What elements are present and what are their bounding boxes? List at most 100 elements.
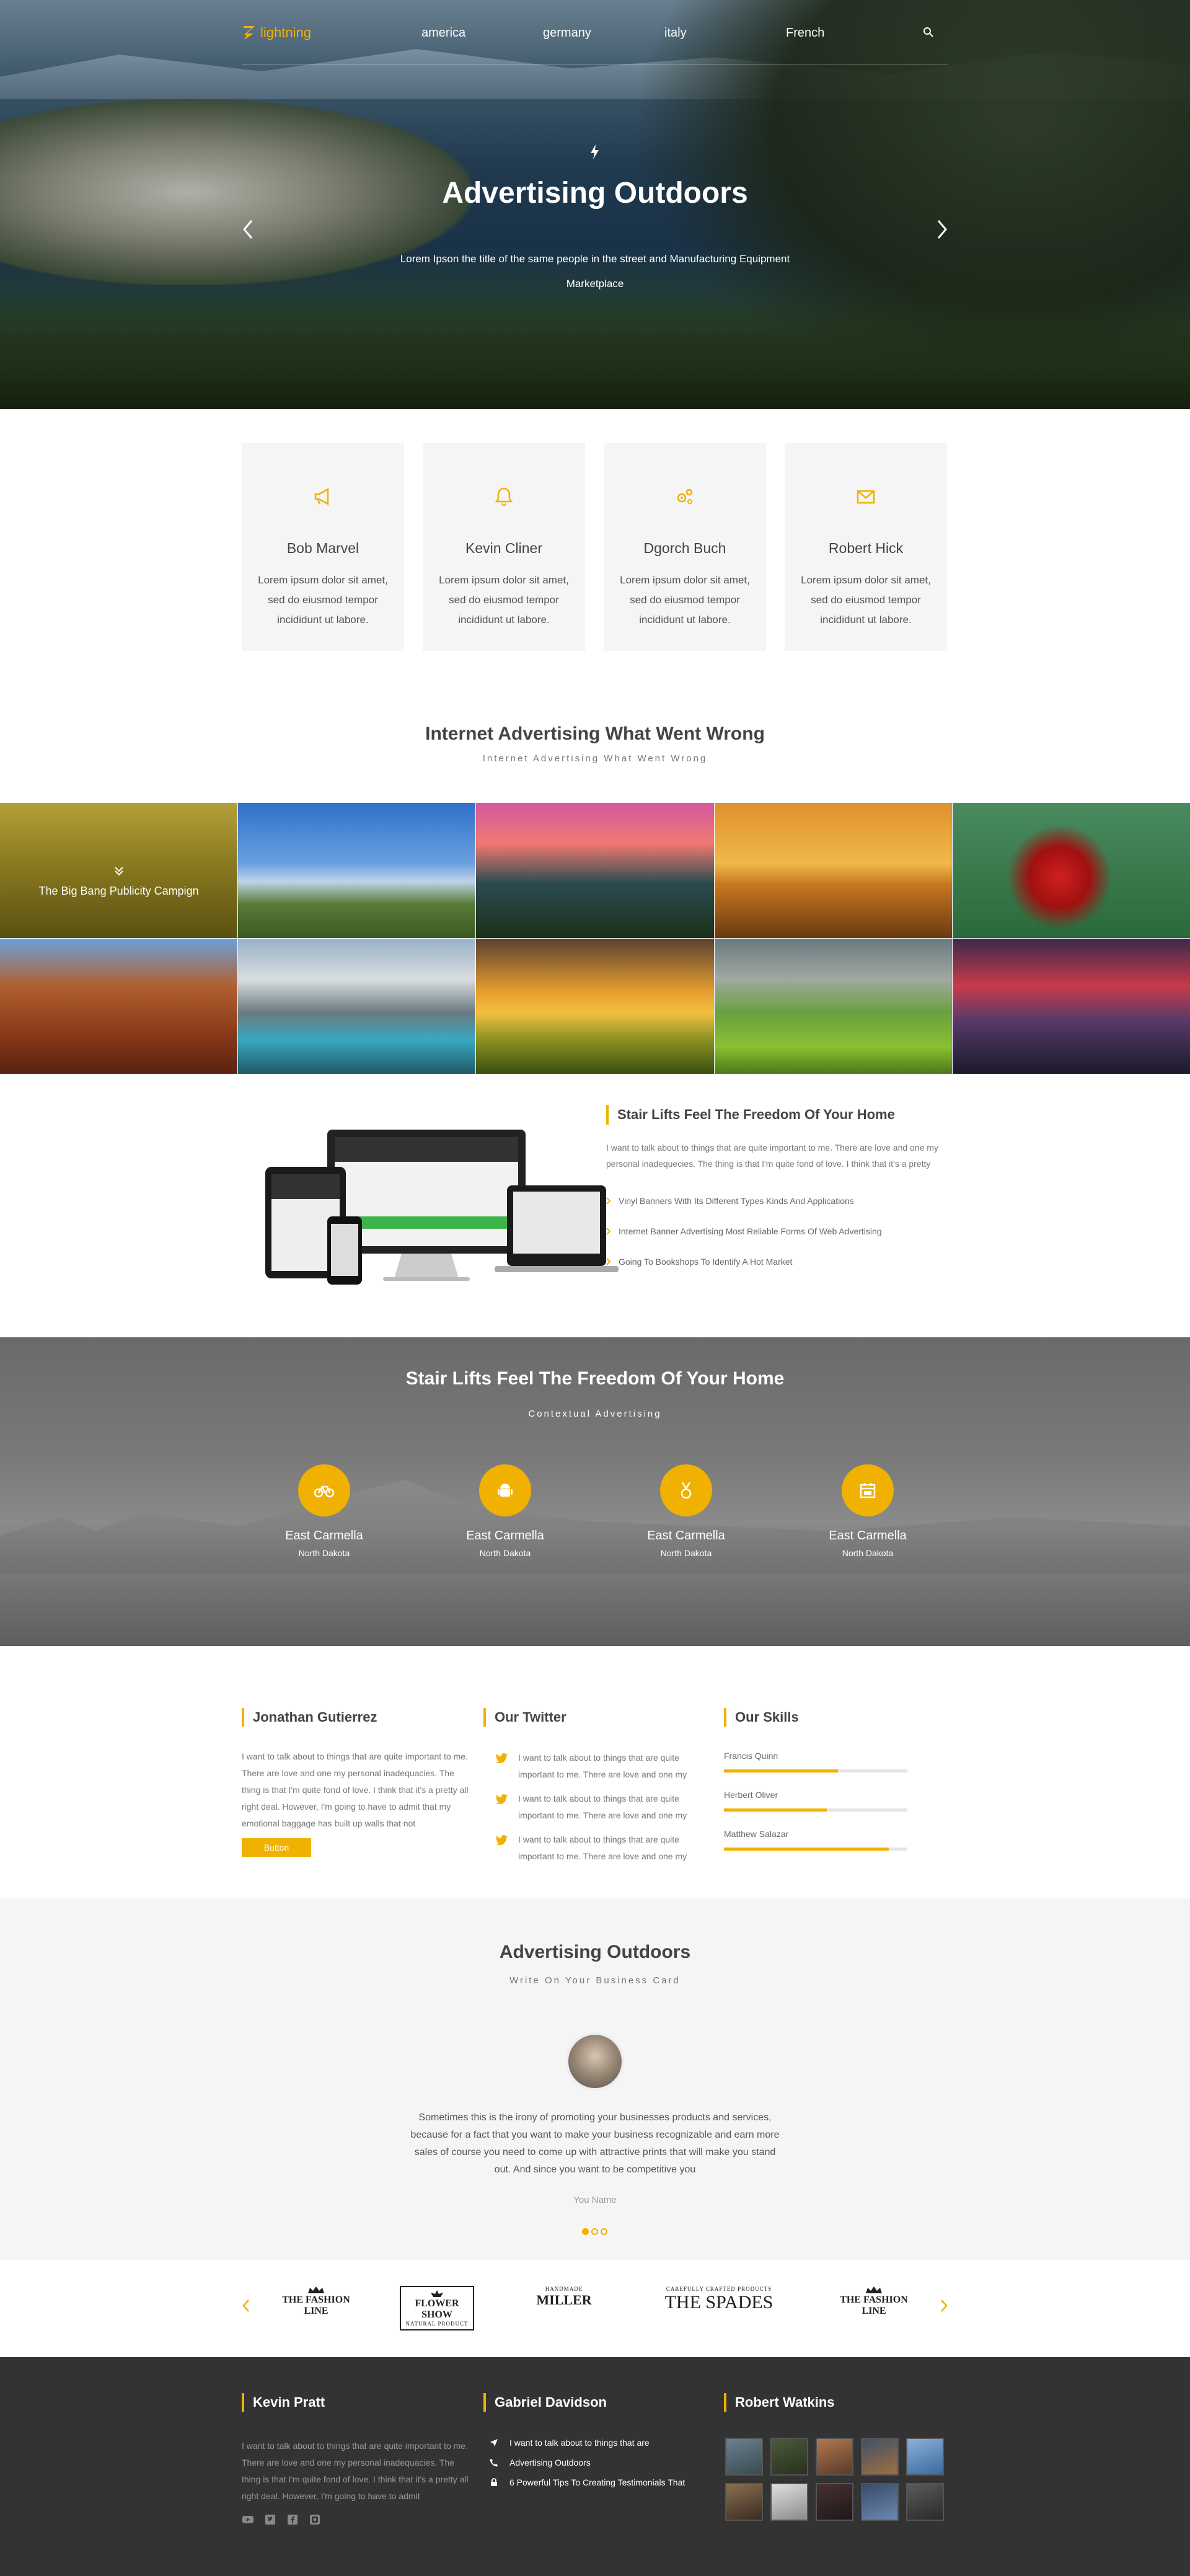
twitter-icon[interactable] — [264, 2513, 276, 2526]
twitter-icon[interactable] — [496, 1753, 508, 1764]
brand-logo[interactable]: THE FASHION LINE — [279, 2286, 353, 2317]
footer-thumbnail[interactable] — [861, 2438, 899, 2476]
nav-link-italy[interactable]: italy — [664, 26, 786, 40]
nav-link-french[interactable]: French — [786, 26, 907, 40]
twitter-title: Our Twitter — [483, 1708, 566, 1727]
feature-text: Lorem ipsum dolor sit amet, sed do eiusm… — [620, 574, 750, 626]
hero-banner: lightning america germany italy French A… — [0, 0, 1190, 409]
list-item[interactable]: Vinyl Banners With Its Different Types K… — [606, 1185, 882, 1216]
slider-next-arrow-icon[interactable] — [935, 217, 950, 242]
chevron-right-icon — [606, 1257, 611, 1265]
about-text: I want to talk about to things that are … — [606, 1143, 938, 1169]
devices-illustration — [265, 1130, 619, 1285]
footer-thumbnail[interactable] — [770, 2483, 808, 2521]
bell-icon — [495, 487, 513, 507]
gallery-image[interactable] — [476, 803, 714, 938]
skill-name: Matthew Salazar — [724, 1829, 789, 1839]
gallery-image[interactable] — [714, 939, 952, 1074]
bio-button[interactable]: Button — [242, 1838, 311, 1857]
brand-name: THE FASHION LINE — [282, 2295, 350, 2316]
tweet-item: I want to talk about to things that are … — [496, 1790, 700, 1824]
gallery-image[interactable] — [238, 803, 476, 938]
tweet-item: I want to talk about to things that are … — [496, 1831, 700, 1865]
gallery-image[interactable] — [0, 939, 238, 1074]
twitter-icon[interactable] — [496, 1835, 508, 1846]
footer-thumbnail[interactable] — [725, 2438, 763, 2476]
footer-thumbnail[interactable] — [861, 2483, 899, 2521]
tweet-text: I want to talk about to things that are … — [518, 1794, 687, 1820]
chevron-left-icon[interactable] — [242, 2298, 250, 2313]
skill-track — [724, 1769, 907, 1773]
stat-title: East Carmella — [829, 1529, 907, 1543]
footer-link-label: 6 Powerful Tips To Creating Testimonials… — [509, 2477, 685, 2487]
location-arrow-icon — [490, 2439, 498, 2446]
gallery-section-title: Internet Advertising What Went Wrong — [425, 724, 765, 744]
footer-link-label: I want to talk about to things that are — [509, 2438, 650, 2448]
skill-track — [724, 1848, 907, 1851]
brand-logo[interactable]: HANDMADE MILLER — [530, 2286, 598, 2308]
stat-item: East Carmella North Dakota — [624, 1464, 748, 1558]
brand-name: THE SPADES — [664, 2292, 774, 2313]
twitter-icon[interactable] — [496, 1794, 508, 1805]
footer-thumbnail[interactable] — [816, 2438, 853, 2476]
brands-carousel: THE FASHION LINE FLOWER SHOW NATURAL PRO… — [0, 2260, 1190, 2357]
testimonial-name: You Name — [573, 2195, 617, 2205]
list-item-label: Going To Bookshops To Identify A Hot Mar… — [619, 1256, 793, 1267]
search-icon[interactable] — [922, 26, 935, 38]
stat-item: East Carmella North Dakota — [443, 1464, 567, 1558]
gallery-image[interactable] — [238, 939, 476, 1074]
brand-logo[interactable]: FLOWER SHOW NATURAL PRODUCT — [400, 2286, 474, 2330]
about-section: Stair Lifts Feel The Freedom Of Your Hom… — [0, 1074, 1190, 1337]
skill-fill — [724, 1808, 827, 1812]
feature-title: Dgorch Buch — [643, 540, 726, 556]
bio-text: I want to talk about to things that are … — [242, 1751, 469, 1828]
brand-logo[interactable]: THE FASHION LINE — [837, 2286, 911, 2317]
bolt-icon — [591, 144, 599, 159]
stats-subtitle: Contextual Advertising — [528, 1409, 662, 1419]
gallery-image[interactable] — [476, 939, 714, 1074]
facebook-icon[interactable] — [286, 2513, 299, 2526]
feature-card: Kevin Cliner Lorem ipsum dolor sit amet,… — [423, 443, 585, 651]
gallery-image[interactable] — [952, 803, 1190, 938]
bio-title: Jonathan Gutierrez — [242, 1708, 377, 1727]
hero-title: Advertising Outdoors — [442, 177, 748, 210]
gallery-image[interactable] — [952, 939, 1190, 1074]
skill-track — [724, 1808, 907, 1812]
footer-thumbnail[interactable] — [906, 2438, 944, 2476]
stat-item: East Carmella North Dakota — [262, 1464, 386, 1558]
carousel-dot[interactable] — [591, 2228, 598, 2235]
gallery-image[interactable] — [714, 803, 952, 938]
stat-item: East Carmella North Dakota — [806, 1464, 930, 1558]
carousel-dot[interactable] — [582, 2228, 589, 2235]
feature-text: Lorem ipsum dolor sit amet, sed do eiusm… — [801, 574, 931, 626]
carousel-dot[interactable] — [601, 2228, 607, 2235]
feature-card: Bob Marvel Lorem ipsum dolor sit amet, s… — [242, 443, 404, 651]
footer-link-label: Advertising Outdoors — [509, 2458, 591, 2468]
chevron-down-icon — [115, 867, 123, 876]
nav-link-germany[interactable]: germany — [543, 26, 664, 40]
footer-thumbnail[interactable] — [770, 2438, 808, 2476]
footer: Kevin Pratt I want to talk about to thin… — [0, 2357, 1190, 2576]
skill-bar: Herbert Oliver — [724, 1790, 907, 1812]
tweet-item: I want to talk about to things that are … — [496, 1750, 700, 1783]
brand-logo[interactable]: CAREFULLY CRAFTED PRODUCTS THE SPADES — [657, 2286, 781, 2313]
youtube-icon[interactable] — [242, 2513, 254, 2526]
city-background — [0, 1480, 1190, 1573]
gallery-image[interactable]: The Big Bang Publicity Campign — [0, 803, 238, 938]
logo[interactable]: lightning — [242, 25, 311, 41]
slider-prev-arrow-icon[interactable] — [240, 217, 255, 242]
nav-link-america[interactable]: america — [421, 26, 543, 40]
footer-thumbnail[interactable] — [816, 2483, 853, 2521]
list-item[interactable]: Going To Bookshops To Identify A Hot Mar… — [606, 1246, 882, 1277]
footer-link[interactable]: I want to talk about to things that are — [490, 2438, 650, 2448]
footer-col3-title: Robert Watkins — [724, 2393, 835, 2412]
footer-thumbnail[interactable] — [906, 2483, 944, 2521]
instagram-icon[interactable] — [309, 2513, 321, 2526]
footer-link[interactable]: 6 Powerful Tips To Creating Testimonials… — [490, 2477, 685, 2487]
testimonial-quote: Sometimes this is the irony of promoting… — [410, 2112, 780, 2175]
footer-thumbnail[interactable] — [725, 2483, 763, 2521]
stat-subtitle: North Dakota — [660, 1548, 712, 1558]
footer-link[interactable]: Advertising Outdoors — [490, 2458, 591, 2468]
list-item[interactable]: Internet Banner Advertising Most Reliabl… — [606, 1216, 882, 1246]
chevron-right-icon[interactable] — [940, 2298, 948, 2313]
